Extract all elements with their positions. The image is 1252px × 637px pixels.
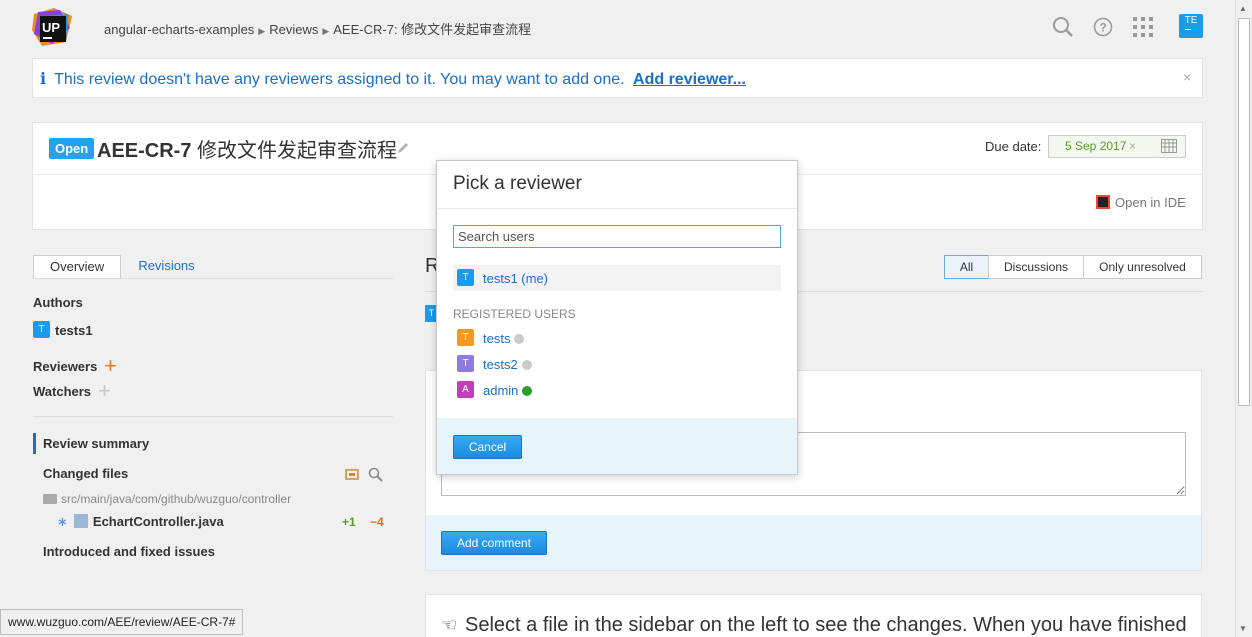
close-icon[interactable]: × <box>1183 69 1191 85</box>
add-comment-button[interactable]: Add comment <box>441 531 547 555</box>
authors-heading: Authors <box>33 295 83 310</box>
registered-users-heading: REGISTERED USERS <box>453 307 576 321</box>
pointing-hand-icon: ☜ <box>441 615 458 635</box>
issues-link[interactable]: Introduced and fixed issues <box>43 544 215 559</box>
cancel-button[interactable]: Cancel <box>453 435 522 459</box>
search-icon[interactable] <box>1051 15 1075 39</box>
browser-status-url: www.wuzguo.com/AEE/review/AEE-CR-7# <box>0 609 244 635</box>
user-avatar-admin: A <box>457 381 474 398</box>
open-in-ide-link[interactable]: Open in IDE <box>1115 195 1186 210</box>
user-name-admin: admin <box>483 383 519 398</box>
page-title: AEE-CR-7 修改文件发起审查流程 <box>97 134 397 163</box>
folder-path[interactable]: src/main/java/com/github/wuzguo/controll… <box>43 492 291 506</box>
filter-all[interactable]: All <box>944 255 989 279</box>
edit-pencil-icon[interactable] <box>396 141 410 155</box>
changed-files-heading[interactable]: Changed files <box>43 466 128 481</box>
review-title-text: 修改文件发起审查流程 <box>197 140 398 162</box>
logo-text: UP <box>42 20 60 35</box>
filter-discussions[interactable]: Discussions <box>988 255 1084 279</box>
offline-status-icon <box>521 360 532 370</box>
svg-text:?: ? <box>1100 21 1107 35</box>
select-file-hint-text: Select a file in the sidebar on the left… <box>465 614 1187 636</box>
review-summary-link[interactable]: Review summary <box>43 436 149 451</box>
popup-title: Pick a reviewer <box>453 173 582 194</box>
filter-only-unresolved[interactable]: Only unresolved <box>1083 255 1202 279</box>
modified-marker-icon: ∗ <box>57 514 68 529</box>
due-date-value: 5 Sep 2017 <box>1065 139 1127 153</box>
scroll-up-icon[interactable]: ▲ <box>1239 4 1247 13</box>
user-name-me[interactable]: tests1 (me) <box>483 271 548 286</box>
reviewers-heading: Reviewers <box>33 359 98 374</box>
scrollbar-thumb[interactable] <box>1238 18 1250 406</box>
user-option-admin[interactable]: admin <box>483 383 533 398</box>
offline-status-icon <box>514 334 525 344</box>
notification-message: i This review doesn't have any reviewers … <box>40 69 746 89</box>
breadcrumb-project[interactable]: angular-echarts-examples <box>104 22 254 37</box>
changed-file-row[interactable]: ∗ EchartController.java <box>57 514 224 530</box>
lines-added: +1 <box>342 515 356 529</box>
add-reviewer-link[interactable]: Add reviewer... <box>633 71 746 88</box>
breadcrumb-current: AEE-CR-7: 修改文件发起审查流程 <box>333 22 532 37</box>
due-date-label: Due date: <box>985 139 1042 154</box>
search-files-icon[interactable] <box>368 467 383 482</box>
info-icon: i <box>40 69 47 88</box>
user-avatar[interactable]: TE <box>1179 14 1203 38</box>
clear-date-icon[interactable]: × <box>1129 139 1136 153</box>
ide-icon[interactable] <box>1096 195 1110 209</box>
breadcrumb-reviews[interactable]: Reviews <box>269 22 318 37</box>
tab-overview[interactable]: Overview <box>33 255 121 279</box>
author-avatar: T <box>33 321 50 338</box>
calendar-icon[interactable] <box>1161 139 1177 153</box>
file-name: EchartController.java <box>92 514 224 529</box>
folder-path-text: src/main/java/com/github/wuzguo/controll… <box>61 492 292 506</box>
lines-removed: −4 <box>370 515 384 529</box>
online-status-icon <box>522 386 533 396</box>
folder-icon <box>43 494 57 504</box>
user-option-tests2[interactable]: tests2 <box>483 357 532 372</box>
user-avatar-tests2: T <box>457 355 474 372</box>
help-icon[interactable]: ? <box>1091 15 1115 39</box>
watchers-heading: Watchers <box>33 384 92 399</box>
user-name-tests2: tests2 <box>483 357 518 372</box>
user-name-tests: tests <box>483 331 511 346</box>
status-badge: Open <box>49 138 95 159</box>
breadcrumb: angular-echarts-examples ▶ Reviews ▶ AEE-CR-… <box>104 19 531 38</box>
tab-revisions[interactable]: Revisions <box>121 255 212 279</box>
review-id: AEE-CR-7 <box>97 140 192 162</box>
add-watcher-plus-icon[interactable]: + <box>98 380 111 402</box>
scroll-down-icon[interactable]: ▼ <box>1239 624 1247 633</box>
file-tree-icon[interactable] <box>345 467 359 481</box>
add-reviewer-plus-icon[interactable]: + <box>104 355 117 377</box>
select-file-hint: ☜ Select a file in the sidebar on the lef… <box>441 614 1187 637</box>
user-avatar-tests: T <box>457 329 474 346</box>
breadcrumb-separator-icon: ▶ <box>258 26 266 36</box>
user-avatar-initials: TE <box>1184 15 1198 26</box>
notification-text: This review doesn't have any reviewers a… <box>54 71 625 88</box>
user-option-tests[interactable]: tests <box>483 331 525 346</box>
user-avatar-me: T <box>457 269 474 286</box>
apps-grid-icon[interactable] <box>1131 15 1155 39</box>
java-file-icon <box>73 514 88 528</box>
author-name[interactable]: tests1 <box>55 323 93 338</box>
breadcrumb-separator-icon: ▶ <box>322 26 330 36</box>
search-users-input[interactable] <box>453 225 781 248</box>
upsource-logo[interactable]: UP <box>32 8 74 48</box>
